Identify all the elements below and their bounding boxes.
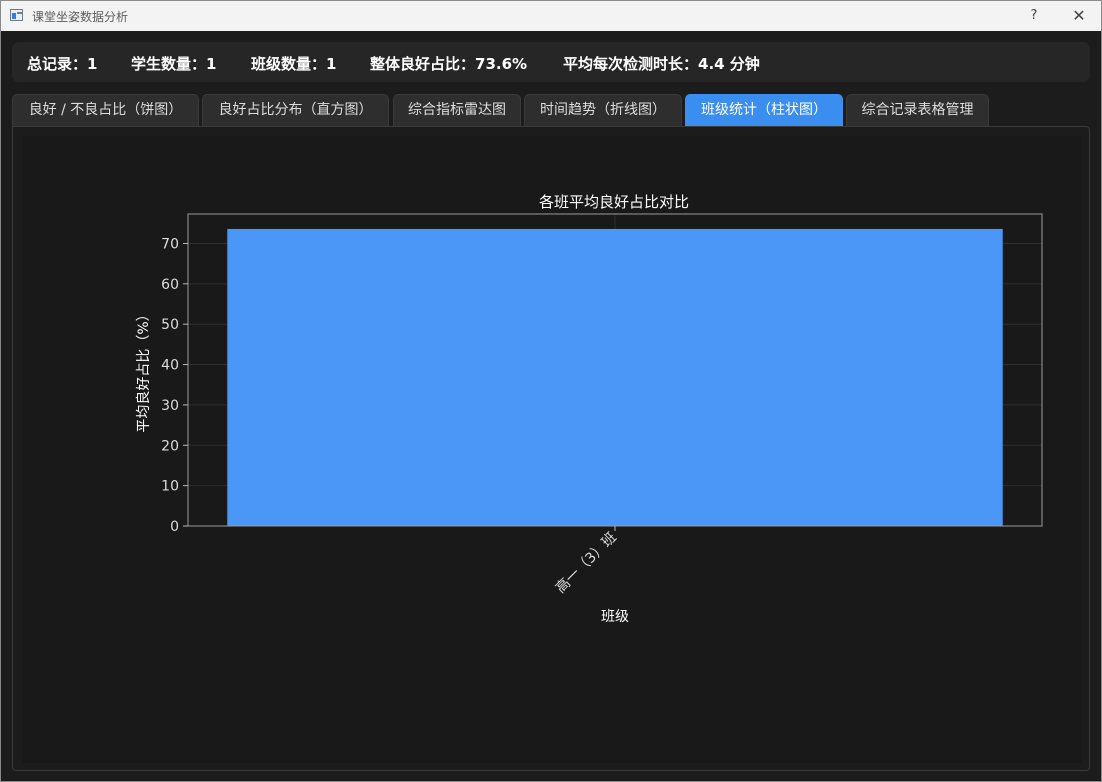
- y-tick-label: 40: [161, 358, 179, 374]
- stat-student-count: 学生数量：1: [131, 55, 217, 73]
- tab-class-stats[interactable]: 班级统计（柱状图）: [685, 94, 843, 126]
- close-button[interactable]: ✕: [1068, 5, 1090, 27]
- help-button[interactable]: ?: [1023, 5, 1045, 27]
- tab-good-bad-pie[interactable]: 良好 / 不良占比（饼图）: [12, 94, 199, 126]
- app-window: 课堂坐姿数据分析 ? ✕ 总记录：1 学生数量：1 班级数量：1 整体良好占比：…: [0, 0, 1102, 782]
- x-tick-label: 高一（3）班: [552, 529, 620, 597]
- stat-avg-duration: 平均每次检测时长：4.4 分钟: [563, 55, 760, 73]
- y-tick-label: 0: [170, 519, 179, 535]
- bar: [227, 228, 1003, 526]
- y-tick-label: 30: [161, 398, 179, 414]
- bar-chart: 各班平均良好占比对比 0 10 20 30 40 50 60 70 高一（3）班 平均良好占比…: [136, 193, 1043, 625]
- window-title: 课堂坐姿数据分析: [32, 10, 129, 24]
- tab-radar[interactable]: 综合指标雷达图: [393, 94, 521, 126]
- y-tick-label: 50: [161, 317, 179, 333]
- app-icon: [10, 9, 23, 21]
- stat-class-count: 班级数量：1: [251, 55, 337, 73]
- title-bar: 课堂坐姿数据分析 ? ✕: [1, 1, 1101, 31]
- chart-area: 各班平均良好占比对比 0 10 20 30 40 50 60 70 高一（3）班 平均良好占比…: [22, 136, 1082, 763]
- y-tick-label: 60: [161, 277, 179, 293]
- tab-time-trend[interactable]: 时间趋势（折线图）: [524, 94, 682, 126]
- chart-title: 各班平均良好占比对比: [539, 193, 689, 211]
- stat-total-records: 总记录：1: [27, 55, 98, 73]
- y-tick-label: 70: [161, 236, 179, 252]
- tab-records-table[interactable]: 综合记录表格管理: [846, 94, 989, 126]
- chart-panel: 各班平均良好占比对比 0 10 20 30 40 50 60 70 高一（3）班 平均良好占比…: [12, 126, 1090, 771]
- y-tick-label: 20: [161, 438, 179, 454]
- y-tick-label: 10: [161, 479, 179, 495]
- stats-bar: 总记录：1 学生数量：1 班级数量：1 整体良好占比：73.6% 平均每次检测时…: [12, 42, 1090, 82]
- tab-good-ratio-histogram[interactable]: 良好占比分布（直方图）: [202, 94, 389, 126]
- y-axis-label: 平均良好占比（%）: [136, 307, 152, 432]
- stat-overall-good-ratio: 整体良好占比：73.6%: [370, 55, 528, 73]
- x-axis-label: 班级: [601, 609, 629, 625]
